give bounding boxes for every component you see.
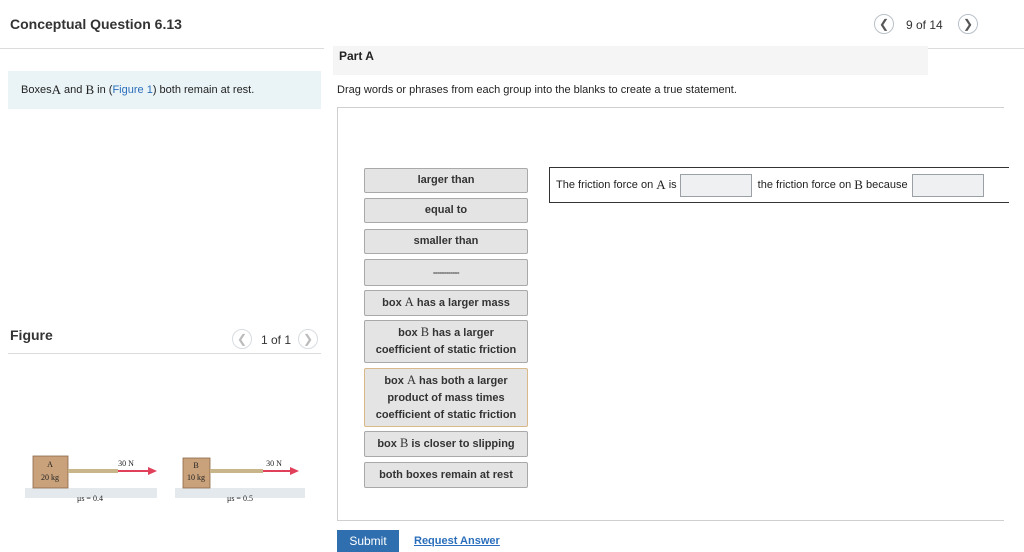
page-title: Conceptual Question 6.13 bbox=[10, 16, 182, 32]
chip-smaller-than[interactable]: smaller than bbox=[364, 229, 528, 254]
submit-button[interactable]: Submit bbox=[337, 530, 399, 552]
force-arrowhead-b bbox=[290, 467, 299, 475]
box-b-mass: 10 kg bbox=[187, 473, 205, 482]
request-answer-link[interactable]: Request Answer bbox=[414, 535, 500, 547]
part-a-label: Part A bbox=[339, 49, 374, 63]
chip-larger-than[interactable]: larger than bbox=[364, 168, 528, 193]
box-b-label: B bbox=[193, 461, 198, 470]
chip-box-b-closer-to-slipping[interactable]: box B is closer to slipping bbox=[364, 431, 528, 457]
mu-label-b: μs = 0.5 bbox=[227, 494, 253, 503]
box-a-mass: 20 kg bbox=[41, 473, 59, 482]
chip-box-a-larger-product[interactable]: box A has both a larger product of mass … bbox=[364, 368, 528, 427]
figure-illustration: A 20 kg 30 N μs = 0.4 B 10 kg 30 N μs = … bbox=[25, 455, 305, 503]
force-label-a: 30 N bbox=[118, 459, 134, 468]
force-label-b: 30 N bbox=[266, 459, 282, 468]
rope-a bbox=[68, 469, 118, 473]
previous-question-button[interactable]: ❮ bbox=[874, 14, 894, 34]
drop-target-2[interactable] bbox=[911, 173, 984, 197]
rope-b bbox=[210, 469, 263, 473]
problem-context: Boxes A and B in ( Figure 1 ) both remai… bbox=[8, 71, 321, 109]
chip-equal-to[interactable]: equal to bbox=[364, 198, 528, 223]
chevron-left-icon: ❮ bbox=[236, 332, 248, 346]
chevron-right-icon: ❯ bbox=[302, 332, 314, 346]
figure-previous-button[interactable]: ❮ bbox=[232, 329, 252, 349]
header-divider bbox=[0, 48, 324, 49]
figure-counter: 1 of 1 bbox=[261, 333, 292, 347]
figure-next-button[interactable]: ❯ bbox=[298, 329, 318, 349]
part-a-header bbox=[333, 46, 928, 75]
force-arrowhead-a bbox=[148, 467, 157, 475]
box-a-label: A bbox=[47, 460, 53, 469]
drop-target-1[interactable] bbox=[679, 173, 752, 197]
mu-label-a: μs = 0.4 bbox=[77, 494, 103, 503]
chevron-left-icon: ❮ bbox=[878, 17, 890, 31]
question-counter: 9 of 14 bbox=[906, 18, 943, 32]
figure-link[interactable]: Figure 1 bbox=[112, 84, 152, 96]
figure-divider bbox=[8, 353, 321, 354]
next-question-button[interactable]: ❯ bbox=[958, 14, 978, 34]
chip-placeholder[interactable]: ------------ bbox=[364, 259, 528, 286]
answer-sentence: The friction force on A is the friction … bbox=[549, 167, 1009, 203]
chip-both-boxes-at-rest[interactable]: both boxes remain at rest bbox=[364, 462, 528, 488]
header-divider-right bbox=[928, 48, 1024, 49]
figure-heading: Figure bbox=[10, 327, 53, 343]
chevron-right-icon: ❯ bbox=[962, 17, 974, 31]
chip-box-b-larger-coefficient[interactable]: box B has a larger coefficient of static… bbox=[364, 320, 528, 363]
instructions: Drag words or phrases from each group in… bbox=[337, 84, 737, 96]
chip-box-a-larger-mass[interactable]: box A has a larger mass bbox=[364, 290, 528, 316]
